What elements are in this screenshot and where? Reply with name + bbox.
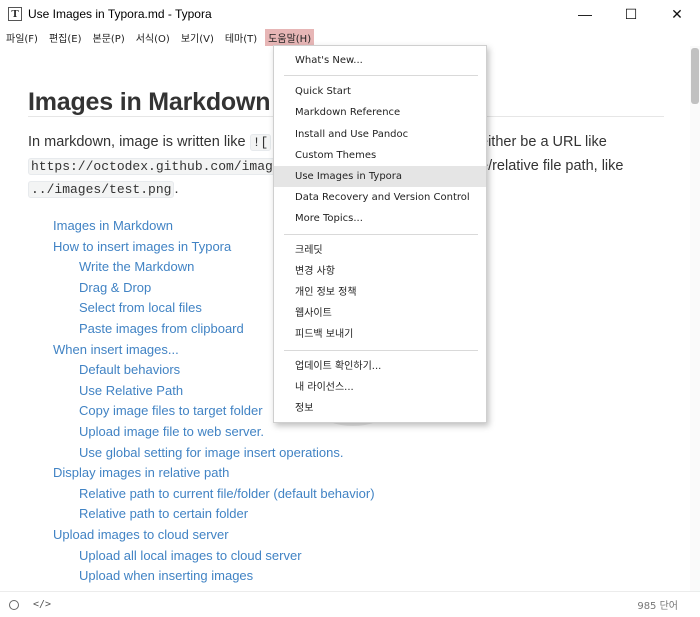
help-menu-item[interactable]: More Topics... bbox=[274, 208, 486, 229]
menu-item-0[interactable]: 파일(F) bbox=[3, 29, 41, 46]
toc-link[interactable]: Default behaviors bbox=[79, 362, 180, 377]
close-button[interactable]: ✕ bbox=[654, 0, 700, 28]
menu-separator bbox=[284, 233, 478, 235]
toc-link[interactable]: When insert images... bbox=[53, 342, 179, 357]
paragraph-line-2-tail: e/relative file path, like bbox=[480, 158, 624, 174]
window-controls: — ☐ ✕ bbox=[562, 0, 700, 28]
toc-link[interactable]: How to insert images in Typora bbox=[53, 239, 231, 254]
title-bar: T Use Images in Typora.md - Typora — ☐ ✕ bbox=[0, 0, 700, 28]
inline-code: ![ bbox=[249, 134, 272, 151]
source-code-toggle[interactable]: </> bbox=[33, 599, 51, 610]
help-menu-item[interactable]: 변경 사항 bbox=[274, 261, 486, 282]
paragraph-text: . bbox=[174, 181, 179, 197]
menu-separator bbox=[284, 75, 478, 77]
menu-item-6[interactable]: 도움말(H) bbox=[265, 28, 315, 46]
paragraph-line-1-tail: either be a URL like bbox=[480, 134, 607, 150]
help-menu-item[interactable]: 크레딧 bbox=[274, 240, 486, 261]
menu-bar: 파일(F) 편집(E) 본문(P) 서식(O) 보기(V) 테마(T) 도움말(H) bbox=[0, 28, 700, 46]
toc-link[interactable]: Relative path to certain folder bbox=[79, 506, 248, 521]
help-menu-item[interactable]: 피드백 보내기 bbox=[274, 324, 486, 345]
outline-toggle-icon[interactable] bbox=[9, 599, 19, 610]
menu-item-1[interactable]: 편집(E) bbox=[46, 29, 85, 46]
paragraph-text: In markdown, image is written like bbox=[28, 134, 250, 150]
toc-link[interactable]: Use global setting for image insert oper… bbox=[79, 445, 343, 460]
menu-item-3[interactable]: 서식(O) bbox=[133, 29, 173, 46]
paragraph-line-1: In markdown, image is written like ![ bbox=[28, 134, 272, 151]
toc-link[interactable]: Paste images from clipboard bbox=[79, 321, 244, 336]
menu-item-5[interactable]: 테마(T) bbox=[222, 29, 260, 46]
document-heading: Images in Markdown bbox=[28, 88, 271, 116]
help-menu-item[interactable]: 내 라이선스... bbox=[274, 377, 486, 398]
scrollbar-track[interactable] bbox=[690, 46, 700, 591]
maximize-button[interactable]: ☐ bbox=[608, 0, 654, 28]
scrollbar-thumb[interactable] bbox=[691, 48, 699, 104]
toc-link[interactable]: Use Relative Path bbox=[79, 383, 183, 398]
toc-link[interactable]: Upload images to cloud server bbox=[53, 527, 229, 542]
menu-separator bbox=[284, 349, 478, 351]
paragraph-line-3: ../images/test.png. bbox=[28, 181, 179, 198]
window-title: Use Images in Typora.md - Typora bbox=[28, 7, 212, 21]
toc-link[interactable]: Upload when inserting images bbox=[79, 568, 253, 583]
help-menu-item[interactable]: Custom Themes bbox=[274, 145, 486, 166]
help-menu-item[interactable]: Quick Start bbox=[274, 81, 486, 102]
inline-code-path: ../images/test.png bbox=[28, 181, 175, 198]
typora-app-icon: T bbox=[8, 7, 22, 21]
help-menu-item[interactable]: Data Recovery and Version Control bbox=[274, 187, 486, 208]
minimize-button[interactable]: — bbox=[562, 0, 608, 28]
menu-item-4[interactable]: 보기(V) bbox=[178, 29, 217, 46]
toc-link[interactable]: Relative path to current file/folder (de… bbox=[79, 486, 375, 501]
toc-link[interactable]: Display images in relative path bbox=[53, 465, 229, 480]
help-menu-item[interactable]: What's New... bbox=[274, 50, 486, 71]
status-bar: </> 985 단어 bbox=[0, 591, 700, 617]
help-menu-item[interactable]: Markdown Reference bbox=[274, 102, 486, 123]
help-menu-item[interactable]: 개인 정보 정책 bbox=[274, 282, 486, 303]
help-menu-item[interactable]: Install and Use Pandoc bbox=[274, 124, 486, 145]
help-menu-item[interactable]: Use Images in Typora bbox=[274, 166, 486, 187]
help-menu-item[interactable]: 업데이트 확인하기... bbox=[274, 356, 486, 377]
word-count[interactable]: 985 단어 bbox=[637, 597, 678, 612]
help-dropdown-menu: What's New... Quick Start Markdown Referen… bbox=[273, 45, 487, 423]
toc-link[interactable]: Write the Markdown bbox=[79, 259, 194, 274]
toc-link[interactable]: Upload image file to web server. bbox=[79, 424, 264, 439]
toc-link[interactable]: Copy image files to target folder bbox=[79, 403, 263, 418]
help-menu-item[interactable]: 웹사이트 bbox=[274, 303, 486, 324]
toc-link[interactable]: Upload all local images to cloud server bbox=[79, 548, 302, 563]
paragraph-line-2: https://octodex.github.com/image bbox=[28, 158, 284, 175]
toc-link[interactable]: Drag & Drop bbox=[79, 280, 151, 295]
menu-item-2[interactable]: 본문(P) bbox=[90, 29, 128, 46]
toc-link[interactable]: Images in Markdown bbox=[53, 218, 173, 233]
toc-link[interactable]: Select from local files bbox=[79, 300, 202, 315]
inline-code-url: https://octodex.github.com/image bbox=[28, 158, 284, 175]
help-menu-item[interactable]: 정보 bbox=[274, 398, 486, 419]
